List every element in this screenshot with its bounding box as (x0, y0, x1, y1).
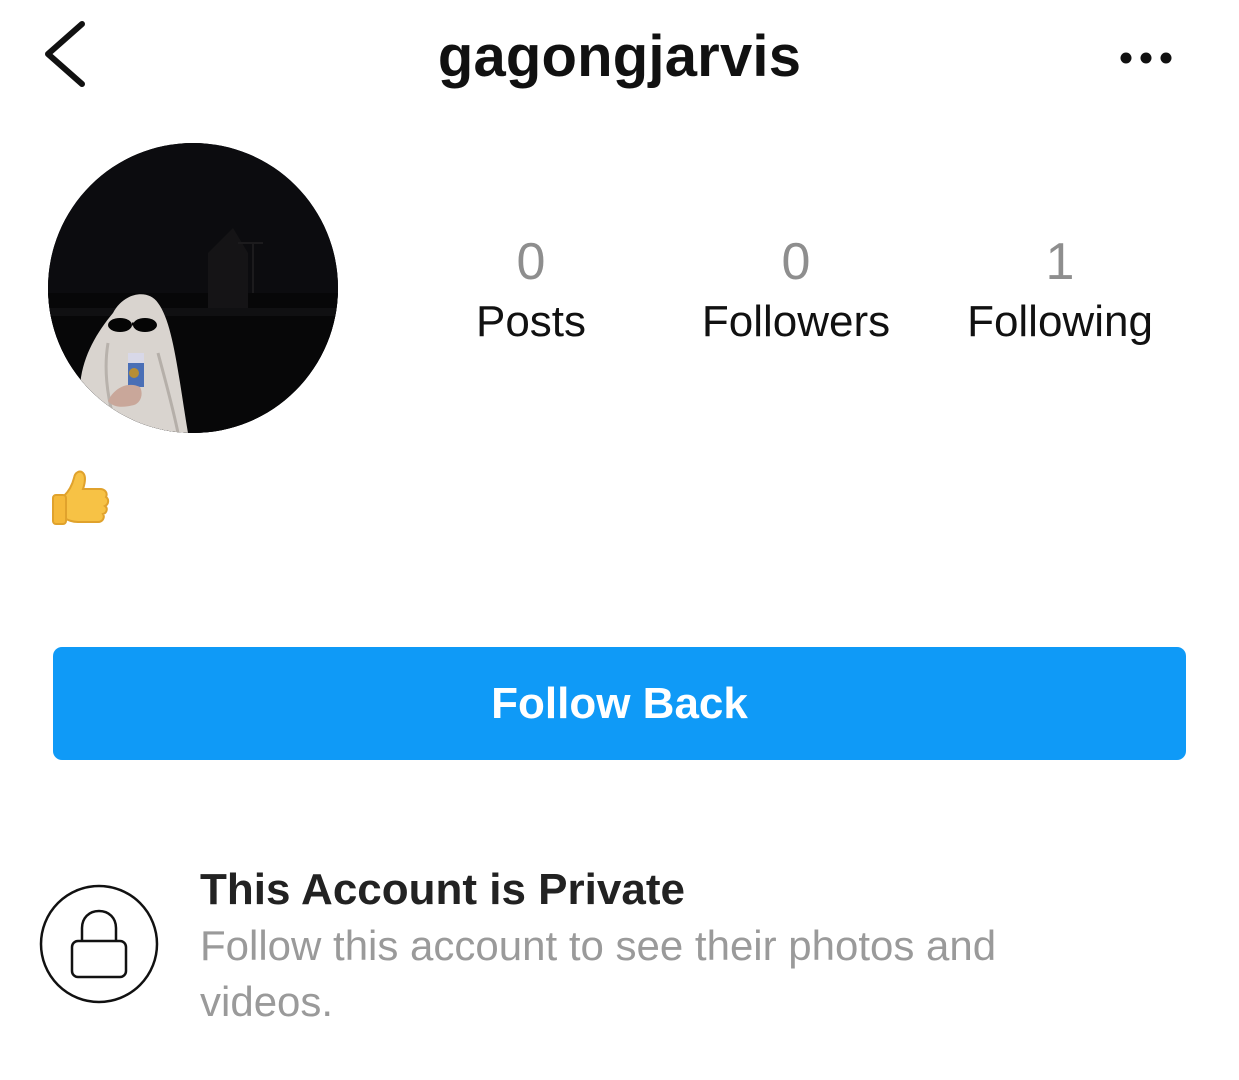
lock-badge (39, 884, 159, 1004)
stat-followers[interactable]: 0 Followers (676, 230, 916, 350)
bio-thumbs-up-emoji (48, 466, 114, 530)
thumbs-up-icon (52, 470, 110, 525)
private-account-title: This Account is Private (200, 865, 685, 914)
following-label: Following (967, 297, 1153, 346)
private-account-description: Follow this account to see their photos … (200, 922, 997, 1025)
stat-following[interactable]: 1 Following (940, 230, 1180, 350)
more-horizontal-icon (1120, 52, 1172, 64)
following-count: 1 (1045, 233, 1075, 291)
posts-label: Posts (475, 297, 587, 346)
followers-count: 0 (781, 233, 811, 291)
ghost-costume-avatar-image (48, 143, 338, 433)
profile-username: gagongjarvis (437, 24, 802, 89)
lock-icon (39, 884, 159, 1004)
more-options-button[interactable] (1112, 40, 1180, 76)
stat-posts: 0 Posts (411, 230, 651, 350)
avatar[interactable] (48, 143, 338, 433)
follow-back-button[interactable]: Follow Back (53, 647, 1186, 760)
posts-count: 0 (516, 233, 546, 291)
followers-label: Followers (701, 297, 891, 346)
